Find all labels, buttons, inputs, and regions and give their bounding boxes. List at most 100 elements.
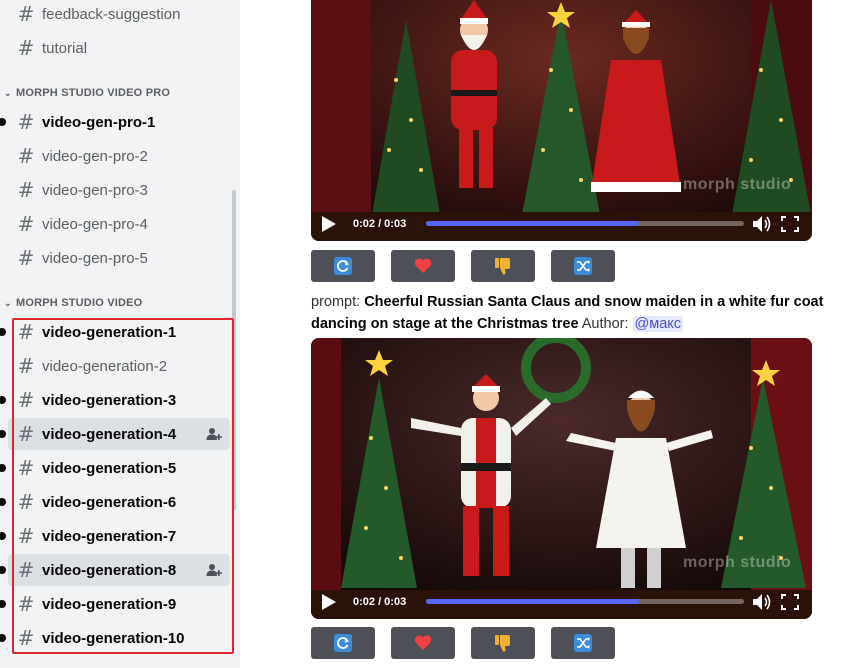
add-member-icon[interactable] — [206, 562, 222, 578]
play-icon[interactable] — [321, 215, 337, 233]
unread-indicator — [0, 328, 6, 336]
unread-indicator — [0, 498, 6, 506]
video-time: 0:02 / 0:03 — [353, 218, 407, 230]
channel-label: video-generation-8 — [42, 561, 177, 579]
hash-icon: # — [17, 2, 35, 26]
channel-video-generation-1[interactable]: # video-generation-1 — [0, 316, 230, 348]
channel-video-gen-pro-1[interactable]: # video-gen-pro-1 — [0, 106, 230, 138]
channel-label: video-generation-6 — [42, 493, 177, 511]
fullscreen-icon[interactable] — [780, 215, 800, 233]
hash-icon: # — [17, 558, 35, 582]
hash-icon: # — [17, 354, 35, 378]
channel-label: video-generation-3 — [42, 391, 177, 409]
channel-label: feedback-suggestion — [42, 5, 181, 23]
hash-icon: # — [17, 212, 35, 236]
hash-icon: # — [17, 36, 35, 60]
channel-video-generation-2[interactable]: # video-generation-2 — [8, 350, 230, 382]
channel-label: video-generation-9 — [42, 595, 177, 613]
channel-video-gen-pro-4[interactable]: # video-gen-pro-4 — [8, 208, 230, 240]
category-morph-studio-video[interactable]: ⌄ MORPH STUDIO VIDEO — [4, 295, 142, 311]
video-progress-bar[interactable] — [426, 599, 744, 604]
channel-sidebar: # feedback-suggestion # tutorial ⌄ MORPH… — [0, 0, 240, 668]
video-progress-fill — [426, 221, 640, 226]
video-player[interactable]: morph studio 0:02 / 0:03 — [311, 0, 812, 241]
channel-label: video-gen-pro-5 — [42, 249, 148, 267]
channel-video-generation-5[interactable]: # video-generation-5 — [0, 452, 230, 484]
prompt-text: Cheerful Russian Santa Claus and snow ma… — [311, 294, 824, 332]
chevron-down-icon: ⌄ — [4, 87, 12, 98]
hash-icon: # — [17, 110, 35, 134]
category-morph-studio-video-pro[interactable]: ⌄ MORPH STUDIO VIDEO PRO — [4, 85, 170, 101]
regenerate-button[interactable] — [311, 250, 375, 282]
dislike-button[interactable] — [471, 250, 535, 282]
sidebar-scrollbar[interactable] — [232, 190, 236, 510]
hash-icon: # — [17, 144, 35, 168]
author-mention[interactable]: @макс — [632, 316, 684, 332]
channel-video-generation-9[interactable]: # video-generation-9 — [0, 588, 230, 620]
like-button[interactable] — [391, 627, 455, 659]
heart-icon — [414, 635, 432, 650]
shuffle-icon — [574, 257, 592, 275]
like-button[interactable] — [391, 250, 455, 282]
add-member-icon[interactable] — [206, 426, 222, 442]
channel-label: video-gen-pro-4 — [42, 215, 148, 233]
thumbs-down-icon — [495, 635, 510, 652]
channel-label: video-generation-1 — [42, 323, 177, 341]
play-icon[interactable] — [321, 593, 337, 611]
regenerate-button[interactable] — [311, 627, 375, 659]
video-frame-santa-snow-maiden — [311, 338, 812, 619]
video-progress-fill — [426, 599, 640, 604]
unread-indicator — [0, 634, 6, 642]
channel-video-generation-4[interactable]: # video-generation-4 — [0, 418, 230, 450]
channel-feedback-suggestion[interactable]: # feedback-suggestion — [8, 0, 230, 30]
dislike-button[interactable] — [471, 627, 535, 659]
hash-icon: # — [17, 178, 35, 202]
hash-icon: # — [17, 388, 35, 412]
shuffle-button[interactable] — [551, 250, 615, 282]
channel-video-generation-3[interactable]: # video-generation-3 — [0, 384, 230, 416]
channel-video-gen-pro-5[interactable]: # video-gen-pro-5 — [8, 242, 230, 274]
channel-video-gen-pro-2[interactable]: # video-gen-pro-2 — [8, 140, 230, 172]
shuffle-button[interactable] — [551, 627, 615, 659]
channel-label: video-generation-4 — [42, 425, 177, 443]
video-time: 0:02 / 0:03 — [353, 596, 407, 608]
message-prompt: prompt: Cheerful Russian Santa Claus and… — [311, 291, 831, 335]
channel-video-generation-8[interactable]: # video-generation-8 — [0, 554, 230, 586]
author-label: Author: — [578, 316, 629, 332]
channel-video-generation-7[interactable]: # video-generation-7 — [0, 520, 230, 552]
hash-icon: # — [17, 592, 35, 616]
refresh-icon — [334, 257, 352, 275]
unread-indicator — [0, 566, 6, 574]
channel-label: video-generation-7 — [42, 527, 177, 545]
heart-icon — [414, 258, 432, 273]
fullscreen-icon[interactable] — [780, 593, 800, 611]
volume-icon[interactable] — [752, 215, 772, 233]
channel-video-generation-6[interactable]: # video-generation-6 — [0, 486, 230, 518]
category-label: MORPH STUDIO VIDEO — [16, 297, 143, 309]
action-button-row — [311, 250, 615, 282]
refresh-icon — [334, 634, 352, 652]
video-progress-bar[interactable] — [426, 221, 744, 226]
video-watermark: morph studio — [683, 554, 792, 571]
video-player[interactable]: morph studio 0:02 / 0:03 — [311, 338, 812, 619]
message-area: morph studio 0:02 / 0:03 prompt: Cheerfu… — [240, 0, 850, 668]
channel-video-gen-pro-3[interactable]: # video-gen-pro-3 — [8, 174, 230, 206]
category-label: MORPH STUDIO VIDEO PRO — [16, 87, 171, 99]
video-watermark: morph studio — [683, 176, 792, 193]
unread-indicator — [0, 118, 6, 126]
channel-label: video-generation-5 — [42, 459, 177, 477]
video-controls: 0:02 / 0:03 — [311, 585, 812, 619]
channel-label: video-generation-10 — [42, 629, 185, 647]
channel-label: tutorial — [42, 39, 88, 57]
hash-icon: # — [17, 320, 35, 344]
unread-indicator — [0, 600, 6, 608]
channel-tutorial[interactable]: # tutorial — [8, 32, 230, 64]
volume-icon[interactable] — [752, 593, 772, 611]
hash-icon: # — [17, 626, 35, 650]
video-frame-santa-dance — [311, 0, 812, 241]
channel-video-generation-10[interactable]: # video-generation-10 — [0, 622, 230, 654]
discord-window: # feedback-suggestion # tutorial ⌄ MORPH… — [0, 0, 850, 668]
hash-icon: # — [17, 490, 35, 514]
chevron-down-icon: ⌄ — [4, 297, 12, 308]
unread-indicator — [0, 396, 6, 404]
